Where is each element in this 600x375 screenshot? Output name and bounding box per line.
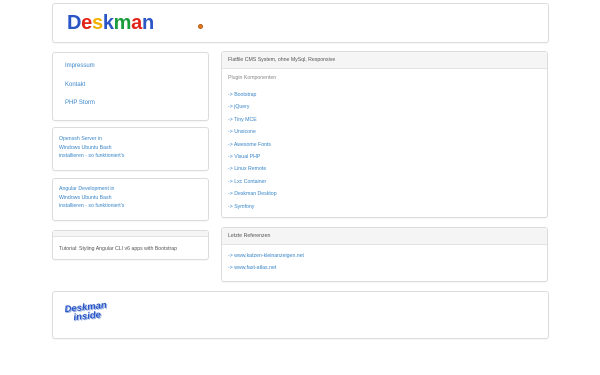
- cms-subtitle: Plugin Komponenten: [228, 75, 277, 81]
- post-link-angular[interactable]: Angular Development in Windows Ubuntu Ba…: [59, 185, 124, 211]
- post-link-openssh[interactable]: Openssh Server in Windows Ubuntu Bash in…: [59, 135, 124, 161]
- post-text-tutorial: Tutorial: Styling Angular CLI v6 apps wi…: [59, 246, 178, 252]
- deskman-inside-badge: Deskman inside: [64, 300, 108, 323]
- sidebar-post-openssh: Openssh Server in Windows Ubuntu Bash in…: [52, 127, 209, 171]
- nav-item-php-storm[interactable]: PHP Storm: [65, 100, 95, 106]
- site-header: Deskman: [52, 3, 549, 43]
- post-line: installieren - so funktioniert's: [59, 153, 125, 160]
- plugin-link-symfony[interactable]: -> Symfony: [228, 204, 254, 210]
- sidebar-nav: Impressum Kontakt PHP Storm: [52, 52, 209, 121]
- references-panel: Letzte Referenzen -> www.katzen-kleinanz…: [221, 227, 548, 282]
- post-line: installieren - so funktioniert's: [59, 203, 125, 210]
- plugin-link-bootstrap[interactable]: -> Bootstrap: [228, 92, 256, 98]
- reference-link-fast-atlas[interactable]: -> www.fast-atlas.net: [228, 265, 276, 271]
- logo-letter: s: [91, 12, 103, 34]
- logo-registered-icon: [198, 24, 203, 29]
- post-line: Windows Ubuntu Bash: [59, 144, 112, 151]
- logo-letter: k: [102, 12, 114, 34]
- plugin-link-visual-php[interactable]: -> Visual PHP: [228, 154, 260, 160]
- plugin-link-unsicone[interactable]: -> Unsicone: [228, 129, 256, 135]
- logo-letter: n: [141, 12, 154, 34]
- plugin-link-jquery[interactable]: -> jQuery: [228, 104, 249, 110]
- sidebar-post-angular: Angular Development in Windows Ubuntu Ba…: [52, 178, 209, 221]
- logo-letter: m: [113, 12, 132, 34]
- references-list: -> www.katzen-kleinanzeigen.net -> www.f…: [228, 250, 304, 274]
- logo-letter: a: [131, 12, 142, 34]
- sidebar-post-tutorial: Tutorial: Styling Angular CLI v6 apps wi…: [52, 230, 209, 260]
- references-panel-title: Letzte Referenzen: [222, 228, 547, 245]
- reference-link-katzen[interactable]: -> www.katzen-kleinanzeigen.net: [228, 253, 304, 259]
- panel-heading-bar: [53, 231, 208, 237]
- post-line: Angular Development in: [59, 186, 115, 192]
- deskman-logo[interactable]: Deskman: [67, 12, 154, 35]
- plugin-link-tiny-mce[interactable]: -> Tiny MCE: [228, 117, 257, 123]
- nav-item-impressum[interactable]: Impressum: [65, 63, 95, 69]
- plugin-link-lxc-container[interactable]: -> Lxc Container: [228, 179, 266, 185]
- plugin-link-awesome-fonts[interactable]: -> Awesome Fonts: [228, 142, 271, 148]
- plugin-link-linux-remote[interactable]: -> Linux Remote: [228, 166, 266, 172]
- logo-letter: D: [67, 12, 82, 34]
- plugin-link-deskman-desktop[interactable]: -> Deskman Desktop: [228, 191, 277, 197]
- nav-item-kontakt[interactable]: Kontakt: [65, 82, 85, 88]
- logo-letter: e: [81, 12, 92, 34]
- post-line: Windows Ubuntu Bash: [59, 194, 112, 201]
- cms-panel: Flatfile CMS System, ohne MySql, Respons…: [221, 51, 548, 218]
- cms-panel-title: Flatfile CMS System, ohne MySql, Respons…: [222, 52, 547, 69]
- post-line: Openssh Server in: [59, 136, 102, 142]
- site-footer: Deskman inside: [52, 291, 549, 339]
- plugin-list: -> Bootstrap -> jQuery -> Tiny MCE -> Un…: [228, 89, 277, 213]
